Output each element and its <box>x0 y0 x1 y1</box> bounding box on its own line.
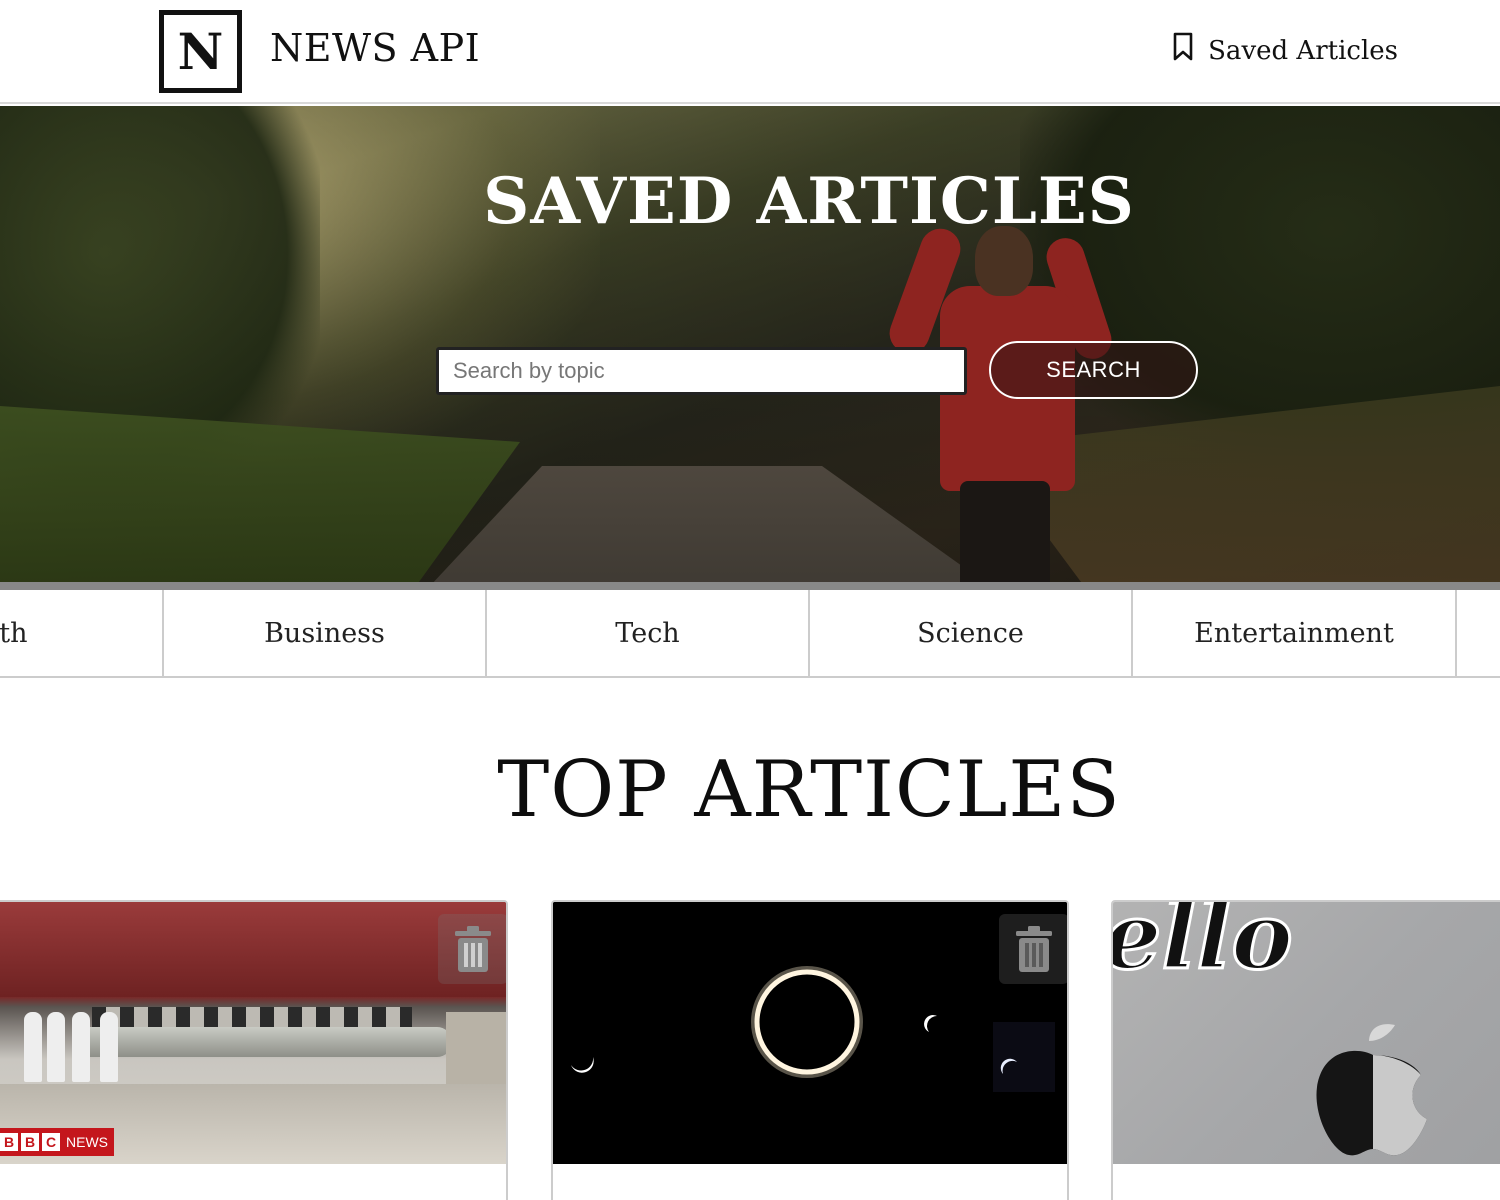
search-input[interactable] <box>436 347 967 395</box>
article-card[interactable]: B B C NEWS <box>0 900 508 1200</box>
article-card[interactable]: ello <box>1111 900 1500 1200</box>
apple-logo-icon <box>1316 1024 1427 1156</box>
category-health[interactable]: alth <box>0 590 164 676</box>
search-button[interactable]: SEARCH <box>989 341 1198 399</box>
article-card[interactable] <box>551 900 1069 1200</box>
section-title: TOP ARTICLES <box>497 745 1121 835</box>
bookmark-icon <box>1170 32 1196 69</box>
hero-divider <box>0 582 1500 590</box>
category-tech[interactable]: Tech <box>487 590 810 676</box>
saved-articles-link[interactable]: Saved Articles <box>1170 32 1398 69</box>
article-image: ello <box>1113 902 1500 1164</box>
article-image <box>553 902 1067 1164</box>
category-business[interactable]: Business <box>164 590 487 676</box>
bbc-news-logo: B B C NEWS <box>0 1128 114 1156</box>
trash-icon[interactable] <box>999 914 1067 984</box>
category-nav: alth Business Tech Science Entertainment <box>0 590 1500 678</box>
brand-name[interactable]: NEWS API <box>270 26 480 70</box>
hero-person <box>883 223 1117 582</box>
site-header: N NEWS API Saved Articles <box>0 0 1500 104</box>
hero-title: SAVED ARTICLES <box>483 164 1135 239</box>
saved-articles-label: Saved Articles <box>1208 35 1398 66</box>
logo[interactable]: N <box>159 10 242 93</box>
hello-script: ello <box>1113 902 1294 992</box>
trash-icon[interactable] <box>438 914 506 984</box>
category-entertainment[interactable]: Entertainment <box>1133 590 1457 676</box>
hero-banner: SAVED ARTICLES SEARCH <box>0 106 1500 582</box>
article-image: B B C NEWS <box>0 902 506 1164</box>
category-science[interactable]: Science <box>810 590 1133 676</box>
